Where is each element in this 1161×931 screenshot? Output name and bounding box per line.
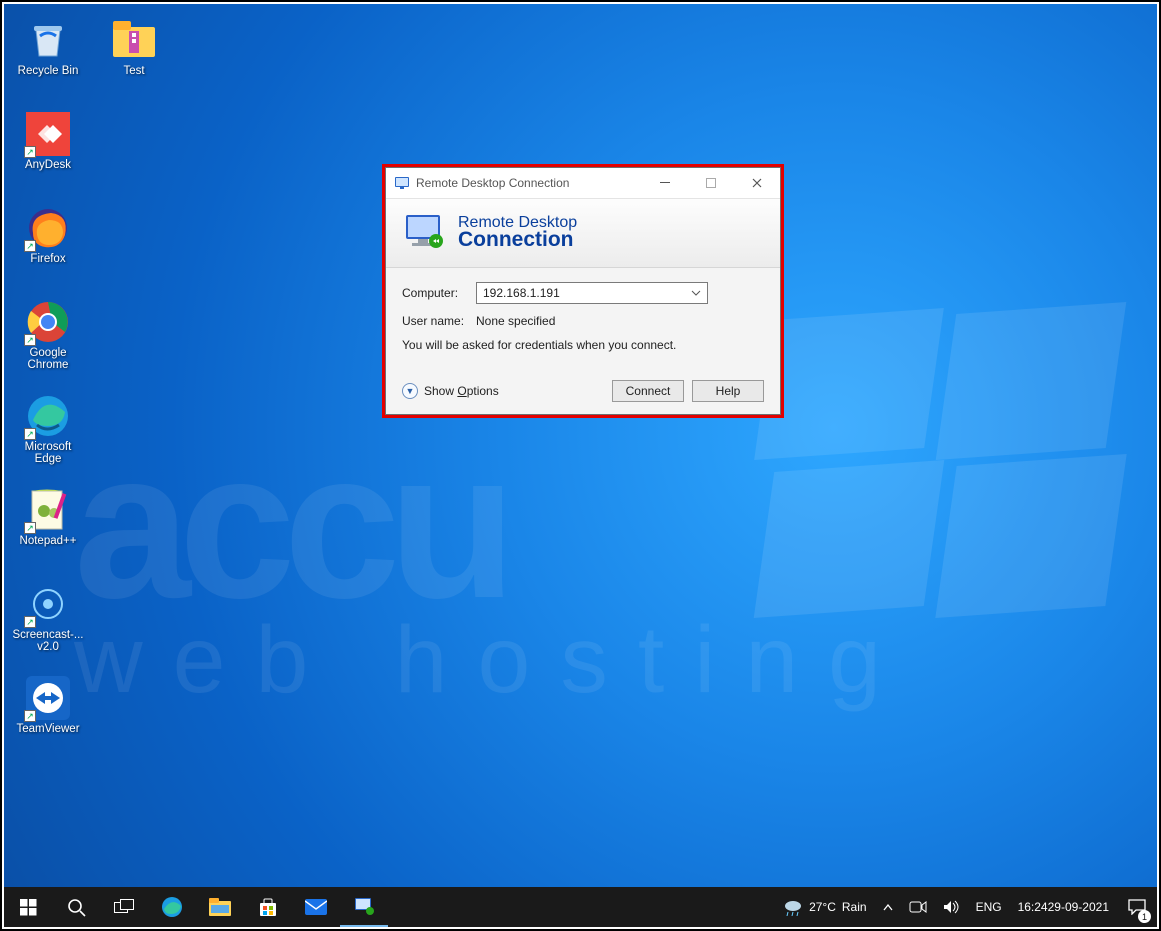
- desktop-icon-notepadpp[interactable]: ↗Notepad++: [10, 488, 86, 560]
- taskbar-ms-store[interactable]: [244, 887, 292, 927]
- username-label: User name:: [402, 314, 476, 328]
- shortcut-overlay-icon: ↗: [24, 240, 36, 252]
- show-options-toggle[interactable]: ▼ Show Options: [402, 383, 499, 399]
- shortcut-overlay-icon: ↗: [24, 710, 36, 722]
- desktop-icon-anydesk[interactable]: ↗AnyDesk: [10, 112, 86, 184]
- weather-cond: Rain: [842, 900, 867, 914]
- banner-line2: Connection: [458, 228, 577, 252]
- notepadpp-icon: ↗: [26, 488, 70, 532]
- desktop-icon-test-folder[interactable]: Test: [96, 18, 172, 90]
- desktop-icons-column-2: Test: [96, 18, 172, 112]
- remote-desktop-connection-window[interactable]: Remote Desktop Connection Remote Desktop…: [385, 167, 781, 415]
- action-center-button[interactable]: 1: [1119, 887, 1155, 927]
- taskbar-edge[interactable]: [148, 887, 196, 927]
- desktop-icon-label: Firefox: [30, 253, 65, 265]
- test-folder-icon: [112, 18, 156, 62]
- firefox-icon: ↗: [26, 206, 70, 250]
- desktop-icon-label: AnyDesk: [25, 159, 71, 171]
- shortcut-overlay-icon: ↗: [24, 522, 36, 534]
- banner: Remote Desktop Connection: [386, 198, 780, 268]
- tray-meet-now-icon[interactable]: [903, 887, 933, 927]
- chevron-down-icon: ▼: [402, 383, 418, 399]
- desktop-icon-label: Google Chrome: [11, 347, 85, 371]
- help-button[interactable]: Help: [692, 380, 764, 402]
- tray-volume-icon[interactable]: [937, 887, 966, 927]
- start-button[interactable]: [4, 887, 52, 927]
- chevron-down-icon: [691, 290, 701, 296]
- time: 16:24: [1018, 901, 1048, 914]
- window-title: Remote Desktop Connection: [416, 176, 642, 190]
- titlebar[interactable]: Remote Desktop Connection: [386, 168, 780, 198]
- computer-label: Computer:: [402, 286, 476, 300]
- desktop-icons-column-1: Recycle Bin↗AnyDesk↗Firefox↗Google Chrom…: [10, 18, 86, 770]
- date: 29-09-2021: [1048, 901, 1109, 914]
- windows-logo-wallpaper: [764, 314, 1124, 624]
- desktop-icon-recycle-bin[interactable]: Recycle Bin: [10, 18, 86, 90]
- screen: accu web hosting Recycle Bin↗AnyDesk↗Fir…: [0, 0, 1161, 931]
- taskbar[interactable]: 27°C Rain ENG 16:24 29-09-2021 1: [4, 887, 1157, 927]
- shortcut-overlay-icon: ↗: [24, 428, 36, 440]
- tray-clock[interactable]: 16:24 29-09-2021: [1012, 887, 1115, 927]
- maximize-button[interactable]: [688, 168, 734, 198]
- computer-value: 192.168.1.191: [483, 286, 560, 300]
- rdc-banner-icon: [400, 211, 448, 255]
- username-value: None specified: [476, 314, 555, 328]
- taskbar-rdc[interactable]: [340, 887, 388, 927]
- desktop-icon-google-chrome[interactable]: ↗Google Chrome: [10, 300, 86, 372]
- microsoft-edge-icon: ↗: [26, 394, 70, 438]
- desktop[interactable]: accu web hosting Recycle Bin↗AnyDesk↗Fir…: [4, 4, 1157, 887]
- computer-combobox[interactable]: 192.168.1.191: [476, 282, 708, 304]
- show-options-label: Show Options: [424, 384, 499, 398]
- system-tray: 27°C Rain ENG 16:24 29-09-2021 1: [777, 887, 1157, 927]
- desktop-icon-teamviewer[interactable]: ↗TeamViewer: [10, 676, 86, 748]
- desktop-icon-label: TeamViewer: [16, 723, 79, 735]
- recycle-bin-icon: [26, 18, 70, 62]
- desktop-icon-microsoft-edge[interactable]: ↗Microsoft Edge: [10, 394, 86, 466]
- desktop-icon-screencast[interactable]: ↗Screencast-... v2.0: [10, 582, 86, 654]
- tray-overflow-button[interactable]: [877, 887, 899, 927]
- shortcut-overlay-icon: ↗: [24, 146, 36, 158]
- desktop-icon-label: Test: [123, 65, 144, 77]
- weather-temp: 27°C: [809, 900, 836, 914]
- shortcut-overlay-icon: ↗: [24, 616, 36, 628]
- taskbar-file-explorer[interactable]: [196, 887, 244, 927]
- shortcut-overlay-icon: ↗: [24, 334, 36, 346]
- rdc-app-icon: [394, 175, 410, 191]
- weather-widget[interactable]: 27°C Rain: [777, 887, 873, 927]
- watermark: accu web hosting: [74, 404, 1127, 847]
- notification-badge: 1: [1138, 910, 1151, 923]
- anydesk-icon: ↗: [26, 112, 70, 156]
- highlight-box: Remote Desktop Connection Remote Desktop…: [382, 164, 784, 418]
- screencast-icon: ↗: [26, 582, 70, 626]
- google-chrome-icon: ↗: [26, 300, 70, 344]
- credentials-info: You will be asked for credentials when y…: [402, 338, 764, 352]
- desktop-icon-label: Notepad++: [20, 535, 77, 547]
- taskbar-mail[interactable]: [292, 887, 340, 927]
- desktop-icon-label: Recycle Bin: [18, 65, 79, 77]
- desktop-icon-label: Screencast-... v2.0: [11, 629, 85, 653]
- task-view-button[interactable]: [100, 887, 148, 927]
- tray-language[interactable]: ENG: [970, 887, 1008, 927]
- teamviewer-icon: ↗: [26, 676, 70, 720]
- close-button[interactable]: [734, 168, 780, 198]
- desktop-icon-label: Microsoft Edge: [11, 441, 85, 465]
- search-button[interactable]: [52, 887, 100, 927]
- minimize-button[interactable]: [642, 168, 688, 198]
- desktop-icon-firefox[interactable]: ↗Firefox: [10, 206, 86, 278]
- connect-button[interactable]: Connect: [612, 380, 684, 402]
